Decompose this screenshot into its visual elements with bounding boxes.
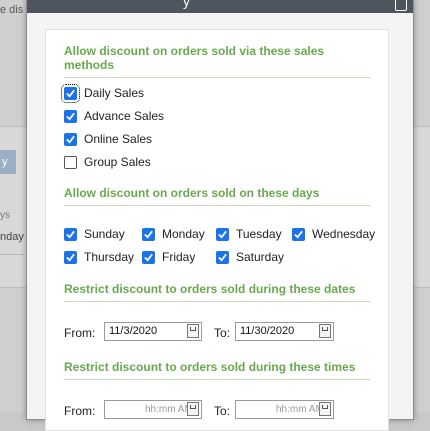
discount-rules-dialog: y Allow discount on orders sold via thes…	[26, 0, 414, 431]
clock-icon[interactable]	[319, 402, 331, 416]
checkbox-group-sales[interactable]: Group Sales	[64, 155, 151, 169]
checkbox-online-sales[interactable]: Online Sales	[64, 132, 152, 146]
checkbox-checked-icon[interactable]	[64, 227, 77, 241]
checkbox-checked-icon[interactable]	[292, 227, 305, 241]
checkbox-label: Friday	[162, 250, 196, 264]
time-to-placeholder: hh:mm AM	[276, 404, 324, 415]
sales-methods-section-title: Allow discount on orders sold via these …	[64, 44, 370, 78]
dialog-title: y	[183, 0, 190, 9]
checkbox-label: Sunday	[84, 227, 125, 241]
checkbox-saturday[interactable]: Saturday	[216, 250, 284, 264]
checkbox-label: Thursday	[84, 250, 135, 264]
checkbox-label: Wednesday	[312, 227, 376, 241]
checkbox-thursday[interactable]: Thursday	[64, 250, 134, 264]
date-from-label: From:	[64, 326, 96, 340]
checkbox-checked-icon[interactable]	[216, 250, 229, 264]
close-icon[interactable]	[395, 0, 407, 11]
dates-section-title: Restrict discount to orders sold during …	[64, 282, 370, 302]
clock-icon[interactable]	[187, 402, 199, 416]
dialog-titlebar: y	[27, 0, 413, 13]
checkbox-label: Tuesday	[236, 227, 282, 241]
background-cell: nday	[0, 231, 24, 243]
checkbox-sunday[interactable]: Sunday	[64, 227, 125, 241]
background-divider	[0, 254, 24, 255]
checkbox-label: Monday	[162, 227, 205, 241]
date-to-input[interactable]: 11/30/2020	[235, 322, 334, 341]
time-to-input[interactable]: hh:mm AM	[235, 400, 334, 419]
checkbox-checked-icon[interactable]	[216, 227, 229, 241]
checkbox-label: Advance Sales	[84, 109, 165, 123]
time-from-placeholder: hh:mm AM	[145, 404, 193, 415]
times-section-title: Restrict discount to orders sold during …	[64, 360, 370, 380]
checkbox-tuesday[interactable]: Tuesday	[216, 227, 282, 241]
date-to-label: To:	[214, 326, 231, 340]
dialog-content: Allow discount on orders sold via these …	[45, 29, 389, 431]
date-to-value: 11/30/2020	[240, 325, 295, 337]
background-tab: y	[0, 150, 16, 174]
checkbox-unchecked-icon[interactable]	[64, 155, 77, 169]
background-text: e dis	[0, 4, 24, 16]
background-column-header: ys	[0, 210, 10, 221]
time-to-label: To:	[214, 404, 231, 418]
checkbox-monday[interactable]: Monday	[142, 227, 205, 241]
checkbox-checked-icon[interactable]	[142, 227, 155, 241]
date-from-input[interactable]: 11/3/2020	[104, 322, 202, 341]
time-from-label: From:	[64, 404, 96, 418]
checkbox-label: Daily Sales	[84, 86, 145, 100]
checkbox-checked-icon[interactable]	[64, 132, 77, 146]
checkbox-daily-sales[interactable]: Daily Sales	[61, 83, 145, 103]
checkbox-friday[interactable]: Friday	[142, 250, 195, 264]
calendar-icon[interactable]	[319, 324, 331, 338]
checkbox-advance-sales[interactable]: Advance Sales	[64, 109, 164, 123]
checkbox-wednesday[interactable]: Wednesday	[292, 227, 375, 241]
calendar-icon[interactable]	[187, 324, 199, 338]
checkbox-checked-icon[interactable]	[142, 250, 155, 264]
days-section-title: Allow discount on orders sold on these d…	[64, 186, 370, 206]
checkbox-checked-icon[interactable]	[61, 83, 80, 103]
checkbox-label: Online Sales	[84, 132, 153, 146]
checkbox-checked-icon[interactable]	[64, 109, 77, 123]
date-from-value: 11/3/2020	[109, 325, 158, 337]
checkbox-label: Group Sales	[84, 155, 151, 169]
checkbox-label: Saturday	[236, 250, 285, 264]
checkbox-checked-icon[interactable]	[64, 250, 77, 264]
time-from-input[interactable]: hh:mm AM	[104, 400, 202, 419]
